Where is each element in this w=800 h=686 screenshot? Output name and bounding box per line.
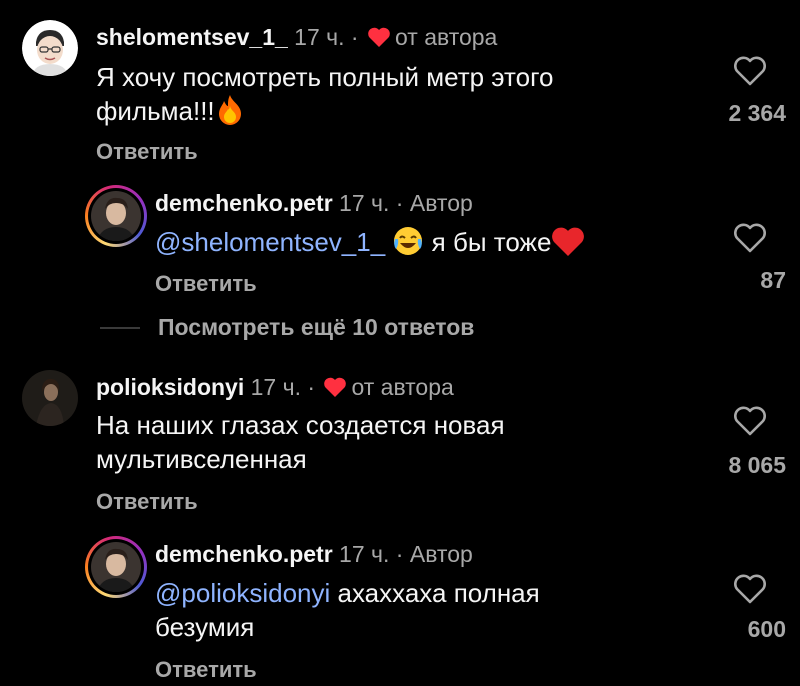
liked-by-author-tag: от автора — [394, 24, 498, 50]
timestamp: 17 ч. — [339, 541, 390, 567]
separator: · — [395, 190, 404, 216]
view-more-label[interactable]: Посмотреть ещё 10 ответов — [158, 312, 474, 342]
separator: · — [395, 541, 404, 567]
avatar-demchenko — [91, 191, 141, 241]
avatar-demchenko — [91, 542, 141, 592]
comment-polioksidonyi: polioksidonyi 17 ч. · от автора На наших… — [0, 360, 800, 530]
like-count: 2 364 — [728, 100, 786, 126]
comment-meta: demchenko.petr 17 ч. · Автор — [155, 539, 473, 569]
avatar-demchenko-story-ring[interactable] — [85, 536, 147, 598]
avatar-demchenko-story-ring[interactable] — [85, 185, 147, 247]
mention-link[interactable]: @shelomentsev_1_ — [155, 227, 385, 257]
comment-text: @polioksidonyi ахаххаха полная безумия — [155, 578, 540, 642]
divider-line — [100, 327, 140, 329]
username[interactable]: demchenko.petr — [155, 541, 333, 567]
like-count: 87 — [760, 267, 786, 293]
like-count: 600 — [747, 616, 786, 642]
timestamp: 17 ч. — [339, 190, 390, 216]
fire-emoji — [215, 94, 245, 134]
avatar-polioksidonyi[interactable] — [22, 370, 78, 426]
reply-button[interactable]: Ответить — [155, 270, 257, 298]
username[interactable]: shelomentsev_1_ — [96, 24, 288, 50]
reply-button[interactable]: Ответить — [155, 656, 257, 684]
heart-filled-icon — [367, 25, 391, 55]
heart-outline-icon[interactable] — [733, 223, 767, 253]
avatar-shelomentsev[interactable] — [22, 20, 78, 76]
username[interactable]: demchenko.petr — [155, 190, 333, 216]
author-tag: Автор — [409, 541, 473, 567]
reply-demchenko-2: demchenko.petr 17 ч. · Автор @polioksido… — [0, 530, 800, 686]
laughing-emoji — [392, 225, 424, 265]
reply-button[interactable]: Ответить — [96, 488, 198, 516]
comment-text: @shelomentsev_1_ я бы тоже — [155, 225, 675, 265]
author-tag: Автор — [409, 190, 473, 216]
username[interactable]: polioksidonyi — [96, 374, 244, 400]
comment-meta: polioksidonyi 17 ч. · от автора — [96, 372, 454, 405]
heart-outline-icon[interactable] — [733, 406, 767, 436]
liked-by-author-tag: от автора — [351, 374, 454, 400]
heart-outline-icon[interactable] — [733, 56, 767, 86]
comment-meta: demchenko.petr 17 ч. · Автор — [155, 188, 473, 218]
comment-shelomentsev: shelomentsev_1_ 17 ч. · от автора Я хочу… — [0, 0, 800, 180]
separator: · — [350, 24, 359, 50]
heart-filled-icon — [323, 375, 347, 405]
timestamp: 17 ч. — [250, 374, 301, 400]
comment-meta: shelomentsev_1_ 17 ч. · от автора — [96, 22, 497, 55]
comment-text: На наших глазах создается новая мультивс… — [96, 410, 505, 474]
reply-button[interactable]: Ответить — [96, 138, 198, 166]
reply-demchenko-1: demchenko.petr 17 ч. · Автор @sheloments… — [0, 180, 800, 310]
separator: · — [307, 374, 316, 400]
timestamp: 17 ч. — [294, 24, 345, 50]
mention-link[interactable]: @polioksidonyi — [155, 578, 330, 608]
red-heart-emoji — [551, 227, 585, 265]
like-count: 8 065 — [728, 452, 786, 478]
comment-text: Я хочу посмотреть полный метр этого филь… — [96, 60, 656, 134]
heart-outline-icon[interactable] — [733, 574, 767, 604]
